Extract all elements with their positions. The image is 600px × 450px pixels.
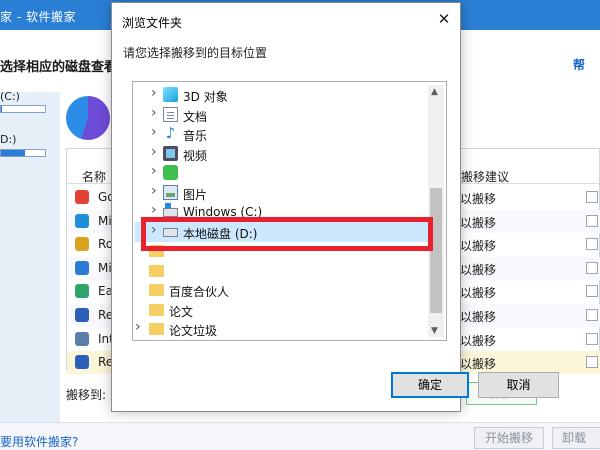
tree-item[interactable]: › 3D 对象 — [135, 85, 430, 105]
chevron-right-icon[interactable]: › — [151, 163, 157, 179]
3d-objects-icon — [163, 87, 178, 102]
videos-icon — [163, 145, 178, 161]
cancel-button[interactable]: 取消 — [478, 372, 559, 398]
close-icon[interactable]: ✕ — [434, 9, 454, 29]
move-suggestion: 以搬移 — [460, 286, 497, 301]
chevron-right-icon[interactable]: › — [151, 183, 157, 199]
row-checkbox[interactable] — [586, 214, 598, 227]
scroll-down-icon[interactable]: ▼ — [431, 326, 438, 336]
folder-icon — [149, 323, 164, 335]
move-suggestion: 以搬移 — [460, 333, 497, 348]
documents-icon — [163, 106, 178, 122]
start-move-button[interactable]: 开始搬移 — [474, 427, 544, 449]
reader-icon — [75, 308, 89, 322]
tree-item-label: 文档 — [183, 109, 208, 124]
software-name: Mi — [98, 213, 112, 228]
tree-item-label: 百度合伙人 — [169, 285, 230, 299]
dialog-title: 浏览文件夹 — [122, 16, 183, 30]
drive-c-label[interactable]: (C:) — [0, 90, 20, 103]
move-suggestion: 以搬移 — [460, 192, 497, 206]
disk-usage-pie-icon — [66, 96, 110, 140]
chevron-right-icon[interactable]: › — [151, 202, 157, 218]
chevron-right-icon[interactable]: › — [151, 124, 157, 140]
tree-item[interactable]: › 图片 — [135, 183, 430, 203]
pictures-icon — [163, 184, 178, 200]
roblox-icon — [75, 237, 89, 252]
ok-button[interactable]: 确定 — [391, 372, 469, 398]
move-suggestion: 以搬移 — [460, 239, 497, 254]
tree-item[interactable] — [135, 261, 430, 281]
chrome-icon — [75, 190, 89, 204]
drive-d-label[interactable]: D:) — [0, 133, 16, 146]
music-icon: ♪ — [165, 124, 176, 142]
tree-item-label: 论文垃圾 — [169, 324, 218, 338]
row-checkbox[interactable] — [586, 238, 598, 251]
footer-help-link[interactable]: 要用软件搬家? — [0, 433, 78, 450]
edge-icon — [75, 213, 89, 228]
drive-d-usage-bar — [0, 149, 46, 157]
tree-item[interactable]: 论文 — [135, 300, 430, 320]
move-suggestion: 以搬移 — [460, 215, 497, 230]
tree-item-label: 音乐 — [183, 129, 208, 143]
folder-icon — [149, 303, 164, 316]
tree-item[interactable]: › 论文垃圾 — [135, 319, 430, 339]
highlight-box — [141, 217, 433, 251]
chevron-right-icon[interactable]: › — [135, 319, 141, 335]
chevron-right-icon[interactable]: › — [151, 105, 157, 121]
tree-item[interactable]: 百度合伙人 — [135, 280, 430, 300]
move-suggestion: 以搬移 — [460, 310, 497, 324]
tree-item-label: 3D 对象 — [183, 90, 228, 104]
row-checkbox[interactable] — [586, 332, 598, 345]
tree-item[interactable]: › — [135, 163, 430, 183]
scroll-up-icon[interactable]: ▲ — [431, 87, 438, 97]
intel-icon — [75, 331, 89, 346]
app-title: 家 - 软件搬家 — [0, 10, 76, 24]
onedrive-icon — [75, 260, 89, 275]
move-to-label: 搬移到: — [66, 388, 107, 402]
row-checkbox[interactable] — [586, 191, 598, 203]
tree-item[interactable]: › 视频 — [135, 144, 430, 164]
help-link[interactable]: 帮 — [573, 56, 585, 73]
tree-item-label: 论文 — [169, 304, 194, 319]
browse-folder-dialog: 浏览文件夹 ✕ 请您选择搬移到的目标位置 › 3D 对象 › 文档 › ♪ 音乐 › 视频 › › 图… — [111, 2, 559, 412]
drive-c-icon — [163, 203, 178, 217]
chevron-right-icon[interactable]: › — [151, 144, 157, 160]
uninstall-button[interactable]: 卸载 — [552, 427, 600, 449]
folder-icon — [149, 264, 164, 277]
row-checkbox[interactable] — [586, 261, 598, 274]
move-suggestion: 以搬移 — [460, 262, 497, 277]
dialog-instruction: 请您选择搬移到的目标位置 — [123, 46, 268, 60]
row-checkbox[interactable] — [586, 309, 598, 321]
tree-item[interactable]: › 文档 — [135, 105, 430, 125]
easy-icon — [75, 284, 89, 299]
move-suggestion: 以搬移 — [460, 357, 497, 372]
software-name: Mi — [98, 260, 112, 275]
folder-tree[interactable]: › 3D 对象 › 文档 › ♪ 音乐 › 视频 › › 图片 › Windows (C:) › 本地磁盘 (… — [132, 81, 447, 341]
chevron-right-icon[interactable]: › — [151, 85, 157, 101]
row-checkbox[interactable] — [586, 356, 598, 369]
folder-icon — [149, 284, 164, 296]
tree-item-label: 视频 — [183, 148, 208, 163]
tree-item[interactable]: › ♪ 音乐 — [135, 124, 430, 144]
row-checkbox[interactable] — [586, 285, 598, 298]
drive-c-usage-bar — [0, 105, 46, 113]
reader-icon — [75, 355, 89, 370]
green-app-icon — [163, 165, 178, 180]
tree-item-label: 图片 — [183, 187, 208, 202]
